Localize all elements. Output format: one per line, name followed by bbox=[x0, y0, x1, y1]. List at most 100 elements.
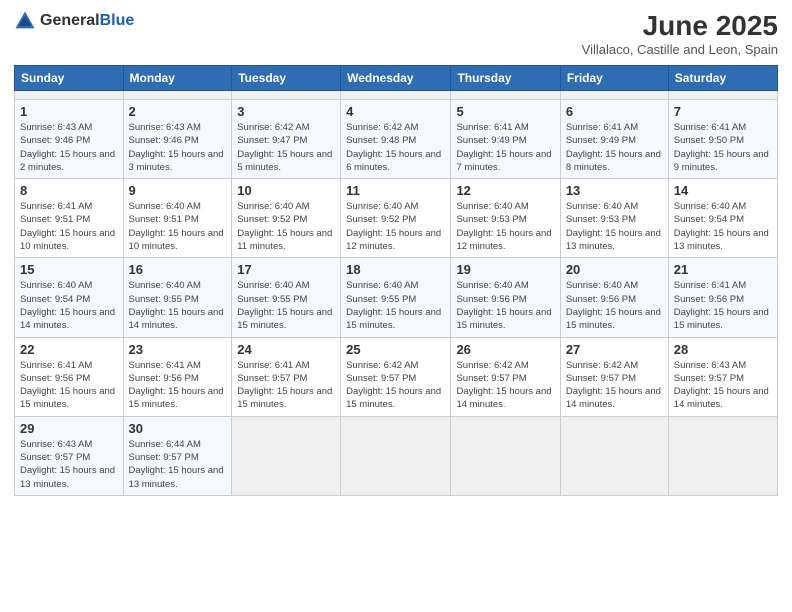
day-number: 3 bbox=[237, 104, 335, 119]
daylight-text: Daylight: 15 hours and 2 minutes. bbox=[20, 148, 118, 175]
sunrise-text: Sunrise: 6:42 AM bbox=[346, 121, 445, 134]
sunrise-text: Sunrise: 6:41 AM bbox=[674, 279, 772, 292]
calendar-cell: 18 Sunrise: 6:40 AMSunset: 9:55 PMDayligh… bbox=[341, 258, 451, 337]
day-number: 22 bbox=[20, 342, 118, 357]
sunset-text: Sunset: 9:57 PM bbox=[20, 451, 118, 464]
day-info: Sunrise: 6:41 AMSunset: 9:57 PMDaylight:… bbox=[237, 359, 335, 412]
sunset-text: Sunset: 9:50 PM bbox=[674, 134, 772, 147]
calendar-cell: 30 Sunrise: 6:44 AMSunset: 9:57 PMDayligh… bbox=[123, 416, 232, 495]
sunset-text: Sunset: 9:48 PM bbox=[346, 134, 445, 147]
sunrise-text: Sunrise: 6:40 AM bbox=[674, 200, 772, 213]
sunset-text: Sunset: 9:54 PM bbox=[674, 213, 772, 226]
sunrise-text: Sunrise: 6:42 AM bbox=[566, 359, 663, 372]
sunrise-text: Sunrise: 6:41 AM bbox=[456, 121, 554, 134]
day-number: 14 bbox=[674, 183, 772, 198]
calendar-cell: 25Sunrise: 6:42 AMSunset: 9:57 PMDayligh… bbox=[341, 337, 451, 416]
sunrise-text: Sunrise: 6:42 AM bbox=[346, 359, 445, 372]
day-number: 16 bbox=[129, 262, 227, 277]
calendar-cell bbox=[560, 416, 668, 495]
sunset-text: Sunset: 9:52 PM bbox=[237, 213, 335, 226]
calendar-cell: 19Sunrise: 6:40 AMSunset: 9:56 PMDayligh… bbox=[451, 258, 560, 337]
sunset-text: Sunset: 9:57 PM bbox=[566, 372, 663, 385]
daylight-text: Daylight: 15 hours and 11 minutes. bbox=[237, 227, 335, 254]
daylight-text: Daylight: 15 hours and 14 minutes. bbox=[566, 385, 663, 412]
calendar-cell: 3 Sunrise: 6:42 AMSunset: 9:47 PMDaylight… bbox=[232, 100, 341, 179]
calendar-week-0 bbox=[15, 91, 778, 100]
col-wednesday: Wednesday bbox=[341, 66, 451, 91]
sunset-text: Sunset: 9:57 PM bbox=[129, 451, 227, 464]
day-number: 18 bbox=[346, 262, 445, 277]
day-number: 8 bbox=[20, 183, 118, 198]
sunrise-text: Sunrise: 6:40 AM bbox=[129, 200, 227, 213]
col-monday: Monday bbox=[123, 66, 232, 91]
day-info: Sunrise: 6:44 AMSunset: 9:57 PMDaylight:… bbox=[129, 438, 227, 491]
sunrise-text: Sunrise: 6:41 AM bbox=[20, 359, 118, 372]
sunset-text: Sunset: 9:46 PM bbox=[20, 134, 118, 147]
day-number: 15 bbox=[20, 262, 118, 277]
sunset-text: Sunset: 9:57 PM bbox=[346, 372, 445, 385]
sunset-text: Sunset: 9:56 PM bbox=[456, 293, 554, 306]
sunrise-text: Sunrise: 6:40 AM bbox=[20, 279, 118, 292]
calendar-cell: 20Sunrise: 6:40 AMSunset: 9:56 PMDayligh… bbox=[560, 258, 668, 337]
day-info: Sunrise: 6:41 AMSunset: 9:51 PMDaylight:… bbox=[20, 200, 118, 253]
sunset-text: Sunset: 9:47 PM bbox=[237, 134, 335, 147]
sunset-text: Sunset: 9:51 PM bbox=[129, 213, 227, 226]
day-number: 4 bbox=[346, 104, 445, 119]
day-info: Sunrise: 6:42 AMSunset: 9:47 PMDaylight:… bbox=[237, 121, 335, 174]
calendar-title: June 2025 bbox=[582, 10, 778, 42]
day-info: Sunrise: 6:43 AMSunset: 9:57 PMDaylight:… bbox=[20, 438, 118, 491]
day-number: 9 bbox=[129, 183, 227, 198]
day-number: 21 bbox=[674, 262, 772, 277]
daylight-text: Daylight: 15 hours and 9 minutes. bbox=[674, 148, 772, 175]
daylight-text: Daylight: 15 hours and 15 minutes. bbox=[237, 385, 335, 412]
day-info: Sunrise: 6:40 AMSunset: 9:56 PMDaylight:… bbox=[566, 279, 663, 332]
sunset-text: Sunset: 9:57 PM bbox=[237, 372, 335, 385]
sunset-text: Sunset: 9:56 PM bbox=[20, 372, 118, 385]
sunrise-text: Sunrise: 6:40 AM bbox=[346, 279, 445, 292]
calendar-cell bbox=[668, 416, 777, 495]
daylight-text: Daylight: 15 hours and 14 minutes. bbox=[674, 385, 772, 412]
calendar-cell bbox=[451, 91, 560, 100]
col-sunday: Sunday bbox=[15, 66, 124, 91]
daylight-text: Daylight: 15 hours and 8 minutes. bbox=[566, 148, 663, 175]
sunrise-text: Sunrise: 6:43 AM bbox=[20, 121, 118, 134]
day-info: Sunrise: 6:40 AMSunset: 9:52 PMDaylight:… bbox=[237, 200, 335, 253]
sunrise-text: Sunrise: 6:42 AM bbox=[237, 121, 335, 134]
daylight-text: Daylight: 15 hours and 15 minutes. bbox=[237, 306, 335, 333]
calendar-cell: 2Sunrise: 6:43 AMSunset: 9:46 PMDaylight… bbox=[123, 100, 232, 179]
calendar-cell: 12Sunrise: 6:40 AMSunset: 9:53 PMDayligh… bbox=[451, 179, 560, 258]
day-info: Sunrise: 6:40 AMSunset: 9:55 PMDaylight:… bbox=[237, 279, 335, 332]
day-info: Sunrise: 6:41 AMSunset: 9:50 PMDaylight:… bbox=[674, 121, 772, 174]
calendar-cell: 5Sunrise: 6:41 AMSunset: 9:49 PMDaylight… bbox=[451, 100, 560, 179]
sunset-text: Sunset: 9:46 PM bbox=[129, 134, 227, 147]
daylight-text: Daylight: 15 hours and 6 minutes. bbox=[346, 148, 445, 175]
daylight-text: Daylight: 15 hours and 14 minutes. bbox=[129, 306, 227, 333]
daylight-text: Daylight: 15 hours and 14 minutes. bbox=[20, 306, 118, 333]
calendar-week-1: 1Sunrise: 6:43 AMSunset: 9:46 PMDaylight… bbox=[15, 100, 778, 179]
sunset-text: Sunset: 9:53 PM bbox=[456, 213, 554, 226]
calendar-cell bbox=[451, 416, 560, 495]
daylight-text: Daylight: 15 hours and 7 minutes. bbox=[456, 148, 554, 175]
sunset-text: Sunset: 9:56 PM bbox=[674, 293, 772, 306]
day-info: Sunrise: 6:40 AMSunset: 9:53 PMDaylight:… bbox=[456, 200, 554, 253]
calendar-cell: 23Sunrise: 6:41 AMSunset: 9:56 PMDayligh… bbox=[123, 337, 232, 416]
day-number: 2 bbox=[129, 104, 227, 119]
sunset-text: Sunset: 9:49 PM bbox=[566, 134, 663, 147]
day-info: Sunrise: 6:40 AMSunset: 9:55 PMDaylight:… bbox=[346, 279, 445, 332]
col-friday: Friday bbox=[560, 66, 668, 91]
calendar-cell: 13Sunrise: 6:40 AMSunset: 9:53 PMDayligh… bbox=[560, 179, 668, 258]
sunset-text: Sunset: 9:56 PM bbox=[129, 372, 227, 385]
calendar-cell: 11Sunrise: 6:40 AMSunset: 9:52 PMDayligh… bbox=[341, 179, 451, 258]
day-info: Sunrise: 6:41 AMSunset: 9:56 PMDaylight:… bbox=[129, 359, 227, 412]
daylight-text: Daylight: 15 hours and 5 minutes. bbox=[237, 148, 335, 175]
calendar-cell: 26Sunrise: 6:42 AMSunset: 9:57 PMDayligh… bbox=[451, 337, 560, 416]
sunset-text: Sunset: 9:55 PM bbox=[237, 293, 335, 306]
calendar-cell bbox=[232, 91, 341, 100]
daylight-text: Daylight: 15 hours and 10 minutes. bbox=[20, 227, 118, 254]
day-number: 30 bbox=[129, 421, 227, 436]
logo-text: GeneralBlue bbox=[40, 12, 134, 30]
sunrise-text: Sunrise: 6:43 AM bbox=[20, 438, 118, 451]
calendar-cell: 16Sunrise: 6:40 AMSunset: 9:55 PMDayligh… bbox=[123, 258, 232, 337]
sunrise-text: Sunrise: 6:41 AM bbox=[566, 121, 663, 134]
daylight-text: Daylight: 15 hours and 15 minutes. bbox=[674, 306, 772, 333]
